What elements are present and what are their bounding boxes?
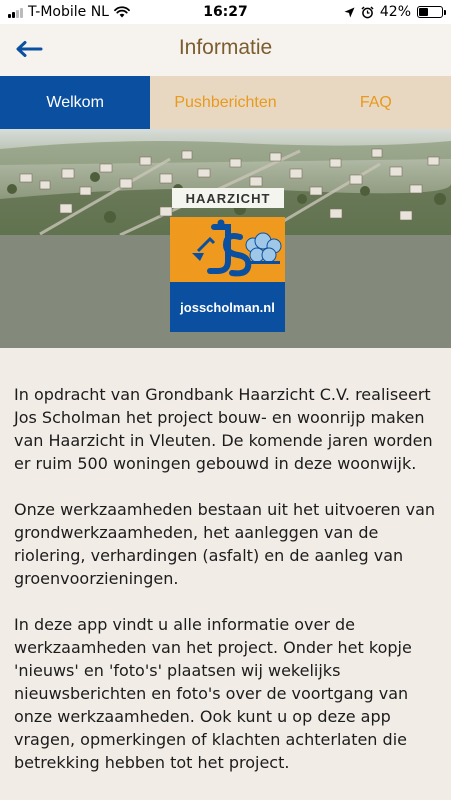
haarzicht-sign: HAARZICHT xyxy=(172,188,284,208)
location-arrow-icon xyxy=(344,7,355,17)
tab-faq[interactable]: FAQ xyxy=(300,76,451,129)
paragraph-work: Onze werkzaamheden bestaan uit het uitvo… xyxy=(14,500,436,588)
battery-percentage: 42% xyxy=(379,4,411,20)
navigation-bar: Informatie xyxy=(0,24,451,76)
tab-pushberichten[interactable]: Pushberichten xyxy=(150,76,301,129)
excavator-logo-icon xyxy=(192,219,282,277)
battery-icon xyxy=(417,6,446,18)
welcome-content: In opdracht van Grondbank Haarzicht C.V.… xyxy=(14,383,439,797)
alarm-icon xyxy=(361,5,374,18)
tab-welkom[interactable]: Welkom xyxy=(0,76,151,129)
jos-scholman-logo[interactable]: josscholman.nl xyxy=(170,217,285,332)
status-bar: T-Mobile NL 16:27 42% xyxy=(0,0,451,24)
battery-fill xyxy=(419,8,429,16)
page-title: Informatie xyxy=(178,36,273,59)
paragraph-app-info: In deze app vindt u alle informatie over… xyxy=(14,615,412,772)
status-right-group: 42% xyxy=(344,4,446,20)
logo-website-text: josscholman.nl xyxy=(180,300,275,315)
logo-orange-panel xyxy=(170,217,285,282)
tab-bar: Welkom Pushberichten FAQ xyxy=(0,76,451,129)
paragraph-intro: In opdracht van Grondbank Haarzicht C.V.… xyxy=(14,385,433,473)
